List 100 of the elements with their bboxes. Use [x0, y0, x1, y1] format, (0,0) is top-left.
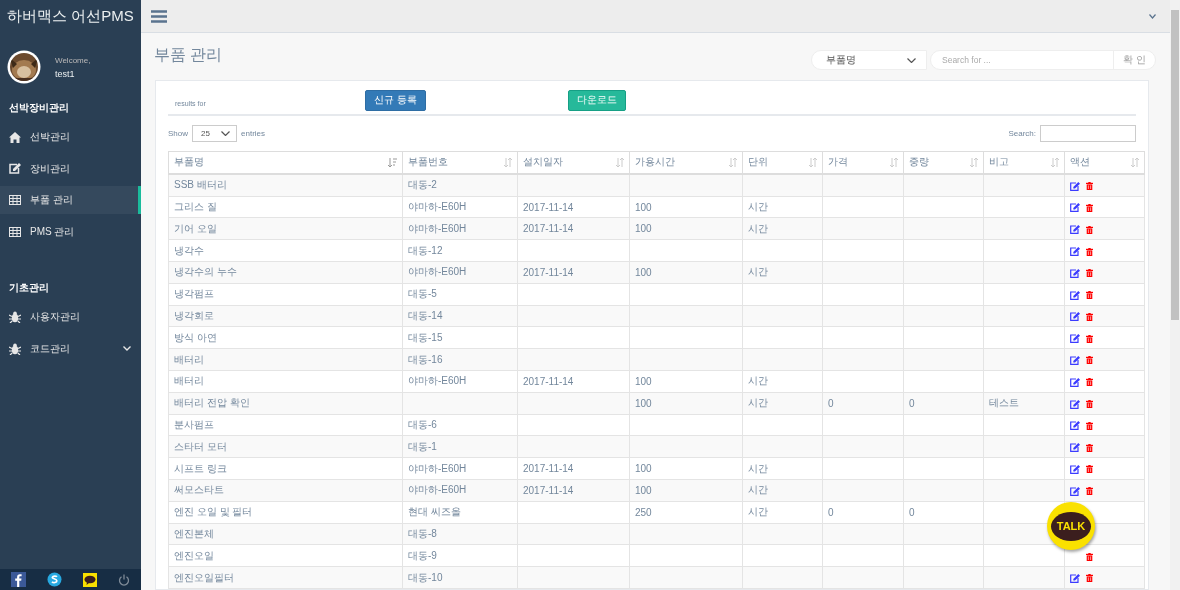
edit-icon[interactable]	[1070, 443, 1080, 453]
table-cell: 100	[635, 201, 652, 213]
edit-icon[interactable]	[1070, 421, 1080, 431]
table-cell: 엔진오일필터	[174, 571, 234, 583]
sort-icon	[729, 157, 737, 167]
scrollbar[interactable]	[1170, 0, 1180, 590]
table-icon	[9, 195, 21, 205]
home-icon	[9, 131, 21, 143]
table-cell: 100	[635, 463, 652, 475]
nav-item[interactable]: 사용자관리	[0, 303, 141, 331]
column-header[interactable]: 액션	[1064, 151, 1145, 174]
edit-icon[interactable]	[1070, 181, 1080, 191]
edit-icon[interactable]	[1070, 486, 1080, 496]
trash-icon[interactable]	[1086, 378, 1093, 387]
table-cell: 2017-11-14	[523, 266, 574, 278]
trash-icon[interactable]	[1086, 334, 1093, 343]
chevron-down-icon	[907, 57, 916, 63]
search-label: Search:	[1008, 129, 1036, 139]
trash-icon[interactable]	[1086, 487, 1093, 496]
column-header[interactable]: 가격	[822, 151, 904, 174]
table-cell: 야마하-E60H	[408, 266, 467, 278]
edit-icon[interactable]	[1070, 290, 1080, 300]
chevron-down-icon[interactable]	[1149, 13, 1156, 19]
user-name: test1	[55, 68, 76, 79]
table-cell: 대동-10	[408, 571, 443, 583]
trash-icon[interactable]	[1086, 291, 1093, 300]
table-cell: 테스트	[989, 397, 1019, 409]
table-cell: 냉각펌프	[174, 288, 214, 300]
trash-icon[interactable]	[1086, 552, 1093, 561]
edit-icon[interactable]	[1070, 377, 1080, 387]
trash-icon[interactable]	[1086, 443, 1093, 452]
edit-icon[interactable]	[1070, 464, 1080, 474]
table-cell: 그리스 질	[174, 201, 217, 213]
column-header[interactable]: 단위	[742, 151, 823, 174]
table-cell: 시간	[748, 484, 768, 496]
edit-icon[interactable]	[1070, 225, 1080, 235]
edit-icon[interactable]	[1070, 573, 1080, 583]
trash-icon[interactable]	[1086, 203, 1093, 212]
column-header[interactable]: 중량	[903, 151, 984, 174]
table-cell: 0	[909, 506, 915, 518]
bug-icon	[9, 311, 21, 323]
column-header[interactable]: 설치일자	[517, 151, 630, 174]
table-cell: 분사펌프	[174, 419, 214, 430]
table-cell: 야마하-E60H	[408, 222, 467, 234]
table-cell: 엔진본체	[174, 528, 214, 539]
chat-bubble-icon[interactable]	[83, 572, 98, 587]
table-cell: 0	[828, 397, 834, 409]
nav-item[interactable]: 부품 관리	[0, 186, 141, 214]
table-cell: 시간	[748, 201, 768, 213]
edit-icon[interactable]	[1070, 334, 1080, 344]
nav-item[interactable]: 선박관리	[0, 123, 141, 151]
edit-icon[interactable]	[1070, 399, 1080, 409]
table-cell: 100	[635, 484, 652, 496]
sort-icon	[970, 157, 978, 167]
table-cell: SSB 배터리	[174, 179, 227, 191]
table-cell: 대동-5	[408, 288, 437, 300]
nav-item[interactable]: PMS 관리	[0, 217, 141, 246]
column-header[interactable]: 부품번호	[402, 151, 518, 174]
table-cell: 시프트 링크	[174, 462, 227, 474]
download-button[interactable]: 다운로드	[567, 89, 626, 111]
edit-icon[interactable]	[1070, 312, 1080, 322]
trash-icon[interactable]	[1086, 269, 1093, 278]
trash-icon[interactable]	[1086, 421, 1093, 430]
nav-item[interactable]: 장비관리	[0, 154, 141, 183]
column-header[interactable]: 비고	[983, 151, 1065, 174]
skype-icon[interactable]	[46, 572, 62, 587]
trash-icon[interactable]	[1086, 356, 1093, 365]
edit-icon[interactable]	[1070, 203, 1080, 213]
search-field[interactable]: Search for ... 확 인	[930, 50, 1156, 71]
column-header[interactable]: 가용시간	[629, 151, 743, 174]
column-header[interactable]: 부품명	[168, 151, 403, 174]
trash-icon[interactable]	[1086, 465, 1093, 474]
table-cell: 야마하-E60H	[408, 484, 467, 496]
nav-item[interactable]: 코드관리	[0, 334, 141, 363]
edit-icon[interactable]	[1070, 268, 1080, 278]
edit-icon	[9, 163, 21, 174]
table-cell: 써모스타트	[174, 484, 224, 496]
table-cell: 야마하-E60H	[408, 201, 467, 213]
table-cell: 시간	[748, 222, 768, 234]
table-search-field[interactable]	[1040, 125, 1136, 143]
entries-select[interactable]: 25	[192, 125, 237, 143]
table-cell: 배터리	[174, 375, 204, 387]
trash-icon[interactable]	[1086, 225, 1093, 234]
menu-icon[interactable]	[151, 9, 167, 23]
table-cell: 시간	[748, 375, 768, 387]
edit-icon[interactable]	[1070, 356, 1080, 365]
table-cell: 배터리 전압 확인	[174, 397, 250, 409]
power-icon[interactable]	[118, 573, 131, 586]
section-heading: 기초관리	[8, 281, 50, 295]
trash-icon[interactable]	[1086, 182, 1093, 191]
trash-icon[interactable]	[1086, 574, 1093, 583]
new-button[interactable]: 신규 등록	[365, 89, 426, 111]
edit-icon[interactable]	[1070, 247, 1080, 256]
confirm-button[interactable]: 확 인	[1113, 51, 1155, 70]
table-cell: 현대 씨즈올	[408, 506, 461, 518]
facebook-icon[interactable]	[10, 572, 26, 587]
trash-icon[interactable]	[1086, 247, 1093, 256]
trash-icon[interactable]	[1086, 312, 1093, 321]
trash-icon[interactable]	[1086, 400, 1093, 409]
field-select[interactable]: 부품명	[811, 50, 927, 71]
